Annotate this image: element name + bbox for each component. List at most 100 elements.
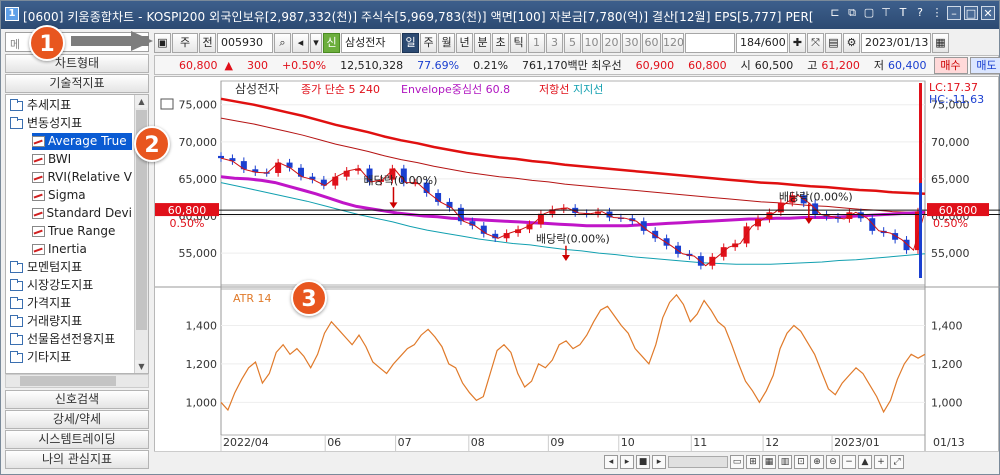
- restore-icon[interactable]: ⧉: [845, 6, 859, 20]
- save-icon[interactable]: ▤: [825, 33, 842, 53]
- legend-close-ma: 종가 단순 5 240: [301, 83, 380, 96]
- chart-window: 1 [0600] 키움종합차트 - KOSPI200 외국인보유[2,987,3…: [0, 0, 1000, 475]
- indicator-icon: [32, 136, 45, 147]
- tree-item[interactable]: True Range: [32, 223, 132, 240]
- signal-search-button[interactable]: 신호검색: [5, 390, 149, 409]
- text-icon[interactable]: T: [896, 6, 910, 20]
- period-tick-button[interactable]: 틱: [510, 33, 527, 53]
- period-select[interactable]: 주: [172, 33, 198, 53]
- scroll-prev-icon[interactable]: ▸: [620, 454, 634, 469]
- tree-folder[interactable]: 모멘텀지표: [10, 259, 134, 276]
- minus-icon[interactable]: −: [842, 454, 856, 469]
- interval-20-button[interactable]: 20: [602, 33, 621, 53]
- interval-120-button[interactable]: 120: [662, 33, 684, 53]
- dropdown-icon[interactable]: ▾: [310, 33, 322, 53]
- system-trading-button[interactable]: 시스템트레이딩: [5, 430, 149, 449]
- help-icon[interactable]: ?: [913, 6, 927, 20]
- layout-icon[interactable]: ▢: [862, 6, 876, 20]
- tree-folder[interactable]: 변동성지표: [10, 115, 134, 132]
- scroll-next-icon[interactable]: ▸: [652, 454, 666, 469]
- interval-60-button[interactable]: 60: [642, 33, 661, 53]
- period-year-button[interactable]: 년: [456, 33, 473, 53]
- add-indicator-icon[interactable]: ✚: [789, 33, 806, 53]
- zoom-in-icon[interactable]: ⊕: [810, 454, 824, 469]
- maximize-icon[interactable]: □: [964, 6, 978, 20]
- tile-icon[interactable]: ⊞: [746, 454, 760, 469]
- stock-name-field[interactable]: 삼성전자: [341, 33, 401, 53]
- tree-item[interactable]: Sigma: [32, 187, 132, 204]
- tree-folder[interactable]: 선물옵션전용지표: [10, 331, 134, 348]
- period-second-button[interactable]: 초: [492, 33, 509, 53]
- tab-technical-indicators[interactable]: 기술적지표: [5, 74, 149, 93]
- tree-item-label: Standard Devi: [46, 206, 132, 220]
- tree-folder[interactable]: 기타지표: [10, 349, 134, 366]
- tree-folder[interactable]: 추세지표: [10, 97, 134, 114]
- date-input[interactable]: 2023/01/13: [861, 33, 931, 53]
- x-tick-label: 06: [327, 436, 341, 449]
- tab-chart-type[interactable]: 차트형태: [5, 54, 149, 73]
- price-tag-left-label: 60,800: [168, 204, 207, 217]
- tree-item-label: RVI(Relative V: [47, 170, 132, 184]
- stop-icon[interactable]: ■: [636, 454, 650, 469]
- my-indicators-button[interactable]: 나의 관심지표: [5, 450, 149, 469]
- quote-bar: 60,800 ▲ 300 +0.50% 12,510,328 77.69% 0.…: [154, 55, 1000, 75]
- data-count-field[interactable]: 184/600: [736, 33, 788, 53]
- legend-envelope: Envelope중심선 60.8: [401, 83, 510, 96]
- tree-item-label: Average True: [48, 134, 127, 148]
- tree-item[interactable]: Inertia: [32, 241, 132, 258]
- period-day-button[interactable]: 일: [402, 33, 419, 53]
- tree-folder[interactable]: 가격지표: [10, 295, 134, 312]
- tree-hscrollbar[interactable]: [5, 374, 149, 388]
- zoom-reset-icon[interactable]: ▭: [730, 454, 744, 469]
- interval-5-button[interactable]: 5: [564, 33, 581, 53]
- speaker-icon[interactable]: ◂: [292, 33, 309, 53]
- chart-settings-icon[interactable]: ▣: [154, 33, 171, 53]
- minimize-icon[interactable]: –: [947, 6, 961, 20]
- chart-svg[interactable]: 75,000 75,00070,000 70,00065,000 65,00060,0…: [155, 77, 1000, 472]
- scroll-down-icon[interactable]: ▼: [135, 360, 148, 373]
- volume-ratio: 77.69%: [417, 58, 460, 72]
- scroll-up-icon[interactable]: ▲: [135, 95, 148, 108]
- search-icon[interactable]: ⌕: [274, 33, 291, 53]
- period-week-button[interactable]: 주: [420, 33, 437, 53]
- range-bar-red: [919, 83, 922, 183]
- plus-icon[interactable]: +: [874, 454, 888, 469]
- tree-folder[interactable]: 거래량지표: [10, 313, 134, 330]
- up-icon[interactable]: ▲: [858, 454, 872, 469]
- tree-item[interactable]: RVI(Relative V: [32, 169, 132, 186]
- tree-item[interactable]: BWI: [32, 151, 132, 168]
- tree-item[interactable]: Standard Devi: [32, 205, 132, 222]
- buy-button[interactable]: 매수: [933, 56, 968, 74]
- calendar-icon[interactable]: ▦: [932, 33, 949, 53]
- scroll-first-icon[interactable]: ◂: [604, 454, 618, 469]
- stock-code-input[interactable]: 005930: [217, 33, 273, 53]
- tree-item[interactable]: Average True: [32, 133, 132, 150]
- strong-weak-button[interactable]: 강세/약세: [5, 410, 149, 429]
- interval-3-button[interactable]: 3: [546, 33, 563, 53]
- stick-icon[interactable]: ⊤: [879, 6, 893, 20]
- crosshair-icon[interactable]: ⤧: [807, 33, 824, 53]
- low-label: 저: [873, 59, 884, 72]
- pin-icon[interactable]: ⊏: [828, 6, 842, 20]
- fullscreen-icon[interactable]: ⤢: [890, 454, 904, 469]
- period-month-button[interactable]: 월: [438, 33, 455, 53]
- tree-folder[interactable]: 시장강도지표: [10, 277, 134, 294]
- price-tag-right-label: 60,800: [939, 204, 978, 217]
- period-minute-button[interactable]: 분: [474, 33, 491, 53]
- chart-area[interactable]: 75,000 75,000 70,000 70,000 65,000 65,000 60,0…: [154, 76, 1000, 472]
- chart-range-slider[interactable]: [668, 455, 728, 468]
- zoom-out-icon[interactable]: ⊖: [826, 454, 840, 469]
- legend-resist: 저항선: [539, 83, 569, 96]
- gear-icon[interactable]: ⚙: [843, 33, 860, 53]
- sell-button[interactable]: 매도: [969, 56, 1000, 74]
- window-title: [0600] 키움종합차트 - KOSPI200 외국인보유[2,987,332…: [23, 10, 814, 24]
- grid-icon[interactable]: ▦: [762, 454, 776, 469]
- interval-1-button[interactable]: 1: [528, 33, 545, 53]
- interval-30-button[interactable]: 30: [622, 33, 641, 53]
- prev-button[interactable]: 전: [199, 33, 216, 53]
- close-icon[interactable]: ✕: [981, 6, 995, 20]
- bar-icon[interactable]: ▥: [778, 454, 792, 469]
- fit-icon[interactable]: ⊡: [794, 454, 808, 469]
- interval-input[interactable]: [685, 33, 735, 53]
- interval-10-button[interactable]: 10: [582, 33, 601, 53]
